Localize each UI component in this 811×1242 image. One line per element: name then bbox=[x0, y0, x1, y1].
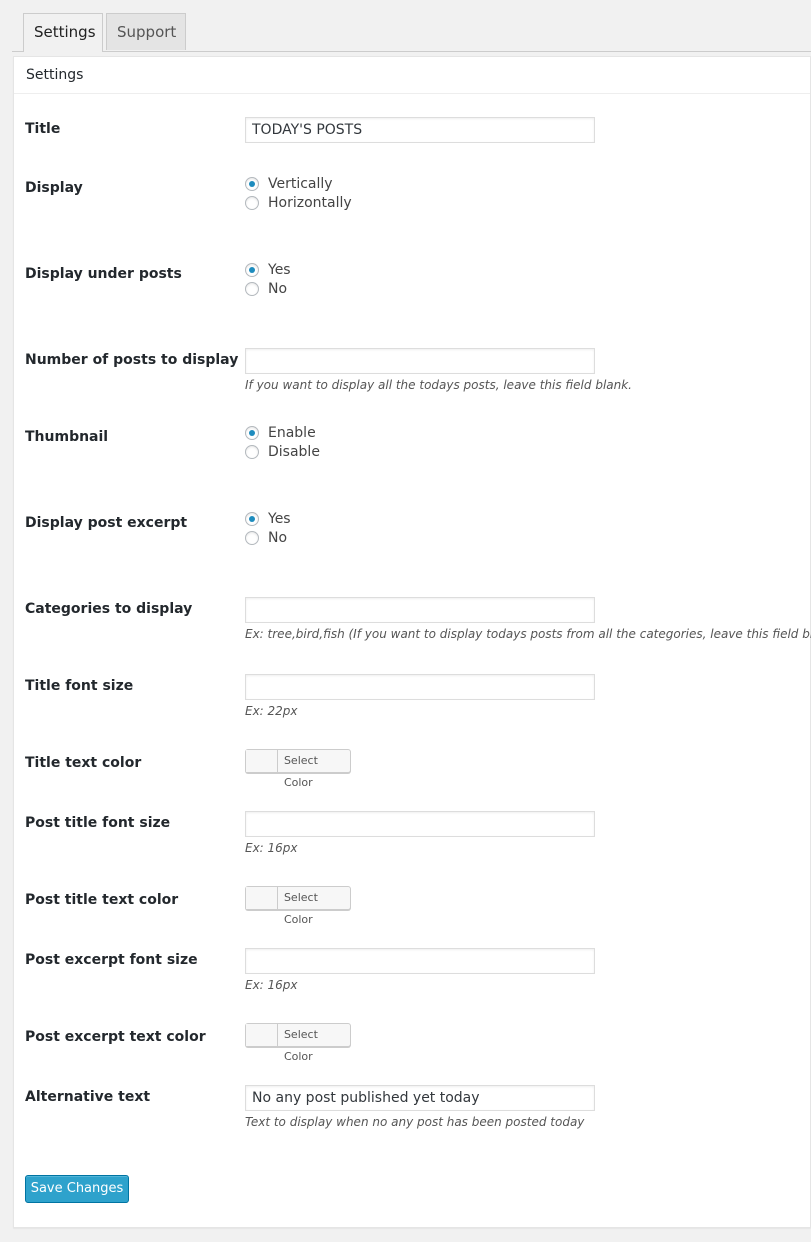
title-text-color-label: Title text color bbox=[25, 755, 142, 771]
radio-label: No bbox=[268, 529, 288, 546]
display-radio-group: Vertically Horizontally bbox=[245, 174, 352, 212]
post-title-color-picker-button[interactable]: Select Color bbox=[245, 886, 351, 926]
radio-checked-icon bbox=[245, 511, 259, 526]
post-excerpt-label: Display post excerpt bbox=[25, 515, 188, 531]
categories-description: Ex: tree,bird,fish (If you want to displ… bbox=[245, 627, 811, 641]
display-under-posts-yes-radio[interactable]: Yes bbox=[245, 260, 291, 279]
title-color-picker-button[interactable]: Select Color bbox=[245, 749, 351, 789]
tab-bar: Settings Support bbox=[12, 13, 811, 52]
num-posts-input[interactable] bbox=[245, 348, 595, 374]
title-font-size-label: Title font size bbox=[25, 678, 134, 694]
thumbnail-radio-group: Enable Disable bbox=[245, 423, 320, 461]
radio-label: Enable bbox=[268, 424, 316, 441]
title-input[interactable] bbox=[245, 117, 595, 143]
radio-unchecked-icon bbox=[245, 281, 259, 296]
display-horizontally-radio[interactable]: Horizontally bbox=[245, 193, 352, 212]
alt-text-input[interactable] bbox=[245, 1085, 595, 1111]
title-font-size-description: Ex: 22px bbox=[245, 704, 298, 718]
radio-unchecked-icon bbox=[245, 195, 259, 210]
post-excerpt-font-size-label: Post excerpt font size bbox=[25, 952, 198, 968]
title-font-size-input[interactable] bbox=[245, 674, 595, 700]
radio-label: Vertically bbox=[268, 175, 333, 192]
radio-label: No bbox=[268, 280, 288, 297]
save-changes-button[interactable]: Save Changes bbox=[25, 1175, 129, 1203]
alt-text-description: Text to display when no any post has bee… bbox=[245, 1115, 585, 1129]
color-swatch bbox=[246, 1024, 278, 1046]
divider bbox=[14, 93, 810, 94]
post-excerpt-radio-group: Yes No bbox=[245, 509, 291, 547]
panel-title: Settings bbox=[26, 67, 84, 83]
title-label: Title bbox=[25, 121, 61, 137]
post-excerpt-yes-radio[interactable]: Yes bbox=[245, 509, 291, 528]
tab-support[interactable]: Support bbox=[106, 13, 186, 50]
select-color-label: Select Color bbox=[283, 754, 318, 789]
post-excerpt-no-radio[interactable]: No bbox=[245, 528, 291, 547]
display-under-posts-no-radio[interactable]: No bbox=[245, 279, 291, 298]
categories-input[interactable] bbox=[245, 597, 595, 623]
post-title-font-size-description: Ex: 16px bbox=[245, 841, 298, 855]
post-title-text-color-label: Post title text color bbox=[25, 892, 179, 908]
display-label: Display bbox=[25, 180, 83, 196]
num-posts-description: If you want to display all the todays po… bbox=[245, 378, 632, 392]
radio-label: Yes bbox=[268, 261, 291, 278]
alt-text-label: Alternative text bbox=[25, 1089, 151, 1105]
radio-label: Horizontally bbox=[268, 194, 352, 211]
radio-checked-icon bbox=[245, 176, 259, 191]
radio-label: Yes bbox=[268, 510, 291, 527]
radio-checked-icon bbox=[245, 262, 259, 277]
post-title-font-size-input[interactable] bbox=[245, 811, 595, 837]
num-posts-label: Number of posts to display bbox=[25, 352, 239, 368]
thumbnail-enable-radio[interactable]: Enable bbox=[245, 423, 320, 442]
radio-unchecked-icon bbox=[245, 444, 259, 459]
post-title-font-size-label: Post title font size bbox=[25, 815, 171, 831]
radio-unchecked-icon bbox=[245, 530, 259, 545]
post-excerpt-text-color-label: Post excerpt text color bbox=[25, 1029, 206, 1045]
categories-label: Categories to display bbox=[25, 601, 193, 617]
select-color-label: Select Color bbox=[283, 891, 318, 926]
thumbnail-label: Thumbnail bbox=[25, 429, 109, 445]
color-swatch bbox=[246, 750, 278, 772]
post-excerpt-font-size-description: Ex: 16px bbox=[245, 978, 298, 992]
post-excerpt-font-size-input[interactable] bbox=[245, 948, 595, 974]
settings-panel: Settings Title Display Vertically Horizo… bbox=[13, 56, 811, 1228]
display-under-posts-radio-group: Yes No bbox=[245, 260, 291, 298]
tab-settings[interactable]: Settings bbox=[23, 13, 103, 52]
color-swatch bbox=[246, 887, 278, 909]
select-color-label: Select Color bbox=[283, 1028, 318, 1063]
display-under-posts-label: Display under posts bbox=[25, 266, 182, 282]
radio-checked-icon bbox=[245, 425, 259, 440]
post-excerpt-color-picker-button[interactable]: Select Color bbox=[245, 1023, 351, 1063]
thumbnail-disable-radio[interactable]: Disable bbox=[245, 442, 320, 461]
display-vertically-radio[interactable]: Vertically bbox=[245, 174, 352, 193]
radio-label: Disable bbox=[268, 443, 320, 460]
